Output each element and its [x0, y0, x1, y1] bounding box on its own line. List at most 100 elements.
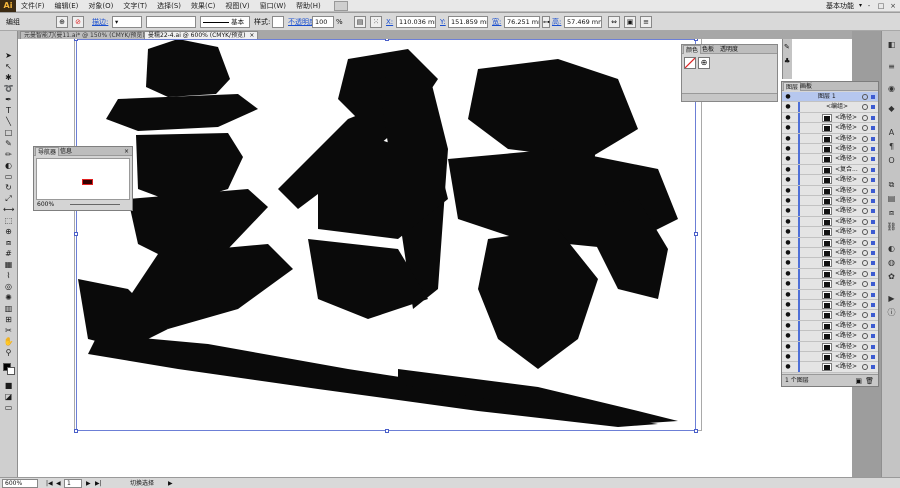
zoom-select[interactable]: 600% — [2, 479, 38, 488]
layer-item-name[interactable]: <路径> — [835, 248, 857, 258]
layer-row-path[interactable]: ● <路径> — [782, 237, 878, 248]
tab-swatches[interactable]: 色板 — [700, 45, 716, 54]
layer-row-path[interactable]: ● <路径> — [782, 341, 878, 352]
layer-name[interactable]: 图层 1 — [818, 92, 836, 102]
rectangle-tool-icon[interactable]: □ — [3, 128, 14, 138]
layer-item-name[interactable]: <路径> — [835, 352, 857, 362]
target-icon[interactable] — [862, 177, 868, 184]
target-icon[interactable] — [862, 239, 868, 246]
close-icon[interactable]: × — [249, 32, 254, 39]
target-icon[interactable] — [862, 218, 868, 225]
document-info-icon[interactable]: ⓘ — [885, 307, 898, 319]
tab-color[interactable]: 颜色 — [683, 45, 702, 54]
navigator-zoom-value[interactable]: 600% — [37, 200, 54, 210]
eraser-icon[interactable]: ▭ — [3, 172, 14, 182]
layer-item-name[interactable]: <路径> — [835, 269, 857, 279]
target-icon[interactable] — [862, 135, 868, 142]
visibility-eye-icon[interactable]: ● — [784, 363, 792, 371]
shape-builder-icon[interactable]: ⊕ — [3, 227, 14, 237]
transparency-panel-icon[interactable]: ◍ — [885, 257, 898, 269]
layer-item-name[interactable]: <路径> — [835, 321, 857, 331]
links-icon[interactable]: ⛓ — [885, 221, 898, 233]
layer-item-name[interactable]: <路径> — [835, 196, 857, 206]
visibility-eye-icon[interactable]: ● — [784, 259, 792, 267]
visibility-eye-icon[interactable]: ● — [784, 176, 792, 184]
layer-item-name[interactable]: <路径> — [835, 206, 857, 216]
pen-tool-icon[interactable]: ✒ — [3, 95, 14, 105]
panel-menu-icon[interactable]: ≡ — [640, 16, 652, 28]
resize-handle[interactable] — [74, 232, 78, 236]
chevron-down-icon[interactable]: ▾ — [859, 0, 862, 12]
layer-item-name[interactable]: <路径> — [835, 331, 857, 341]
align-panel-icon[interactable]: ▤ — [885, 193, 898, 205]
layer-row-main[interactable]: ● 图层 1 — [782, 92, 878, 103]
eyedropper-icon[interactable]: ⌇ — [3, 271, 14, 281]
zoom-tool-icon[interactable]: ⚲ — [3, 348, 14, 358]
target-icon[interactable] — [862, 156, 868, 163]
layer-row-path[interactable]: ● <路径> — [782, 112, 878, 124]
perspective-grid-icon[interactable]: ⧈ — [3, 238, 14, 248]
width-tool-icon[interactable]: ⟷ — [3, 205, 14, 215]
x-label[interactable]: X: — [386, 16, 393, 28]
visibility-eye-icon[interactable]: ● — [784, 249, 792, 257]
column-graph-icon[interactable]: ▥ — [3, 304, 14, 314]
visibility-eye-icon[interactable]: ● — [784, 93, 792, 101]
target-icon[interactable] — [862, 312, 868, 319]
resize-handle[interactable] — [694, 39, 698, 41]
symbols-panel-icon[interactable]: ✿ — [885, 271, 898, 283]
lasso-icon[interactable]: ➰ — [3, 84, 14, 94]
layer-item-name[interactable]: <路径> — [835, 290, 857, 300]
stroke-panel-icon[interactable]: ≡ — [885, 61, 898, 73]
appearance-icon[interactable]: ◉ — [885, 83, 898, 95]
target-icon[interactable] — [862, 291, 868, 298]
layer-item-name[interactable]: <路径> — [835, 154, 857, 164]
layer-item-name[interactable]: <路径> — [835, 123, 857, 133]
layer-row-path[interactable]: ● <路径> — [782, 279, 878, 290]
prev-artboard-button[interactable]: ◀ — [56, 479, 61, 488]
layer-row-path[interactable]: ● <路径> — [782, 227, 878, 238]
character-icon[interactable]: A — [885, 127, 898, 139]
visibility-eye-icon[interactable]: ● — [784, 135, 792, 143]
color-mode-icon[interactable]: ■ — [3, 381, 14, 391]
hand-tool-icon[interactable]: ✋ — [3, 337, 14, 347]
target-icon[interactable] — [862, 270, 868, 277]
fill-none-swatch[interactable] — [684, 57, 696, 69]
layer-item-name[interactable]: <路径> — [835, 217, 857, 227]
layer-item-name[interactable]: <复合... — [835, 165, 858, 175]
resize-handle[interactable] — [385, 39, 389, 41]
visibility-eye-icon[interactable]: ● — [784, 218, 792, 226]
brush-panel-icon[interactable]: ✎ — [784, 43, 790, 51]
layer-item-name[interactable]: <路径> — [835, 113, 857, 123]
layer-row-path[interactable]: ● <路径> — [782, 258, 878, 269]
visibility-eye-icon[interactable]: ● — [784, 228, 792, 236]
menu-object[interactable]: 对象(O) — [83, 0, 118, 12]
visibility-eye-icon[interactable]: ● — [784, 332, 792, 340]
layer-row-path[interactable]: ● <复合... — [782, 164, 878, 176]
layer-item-name[interactable]: <路径> — [835, 175, 857, 185]
layer-row-path[interactable]: ● <路径> — [782, 310, 878, 321]
blend-tool-icon[interactable]: ◎ — [3, 282, 14, 292]
target-icon[interactable] — [862, 354, 868, 360]
free-transform-icon[interactable]: ⬚ — [3, 216, 14, 226]
layer-row-path[interactable]: ● <路径> — [782, 331, 878, 342]
layer-row-path[interactable]: ● <路径> — [782, 300, 878, 311]
graphic-styles-icon[interactable]: ◆ — [885, 103, 898, 115]
navigator-zoom-slider[interactable] — [70, 204, 120, 205]
maximize-button[interactable]: □ — [876, 1, 886, 11]
target-icon[interactable] — [862, 260, 868, 267]
visibility-eye-icon[interactable]: ● — [784, 103, 792, 111]
color-guide-icon[interactable]: ◧ — [885, 39, 898, 51]
layer-row-path[interactable]: ● <路径> — [782, 175, 878, 186]
next-artboard-button[interactable]: ▶ — [86, 479, 91, 488]
actions-icon[interactable]: ▶ — [885, 293, 898, 305]
target-icon[interactable] — [862, 343, 868, 350]
graphic-style-select[interactable] — [272, 16, 284, 28]
reference-point-icon[interactable]: ⁙ — [370, 16, 382, 28]
paragraph-icon[interactable]: ¶ — [885, 141, 898, 153]
link-icon[interactable]: ⊶ — [542, 16, 550, 28]
layer-row-path[interactable]: ● <路径> — [782, 320, 878, 332]
y-label[interactable]: Y: — [440, 16, 446, 28]
layer-item-name[interactable]: <路径> — [835, 362, 857, 372]
height-field[interactable]: 57.469 mm — [564, 16, 602, 28]
line-tool-icon[interactable]: ╲ — [3, 117, 14, 127]
